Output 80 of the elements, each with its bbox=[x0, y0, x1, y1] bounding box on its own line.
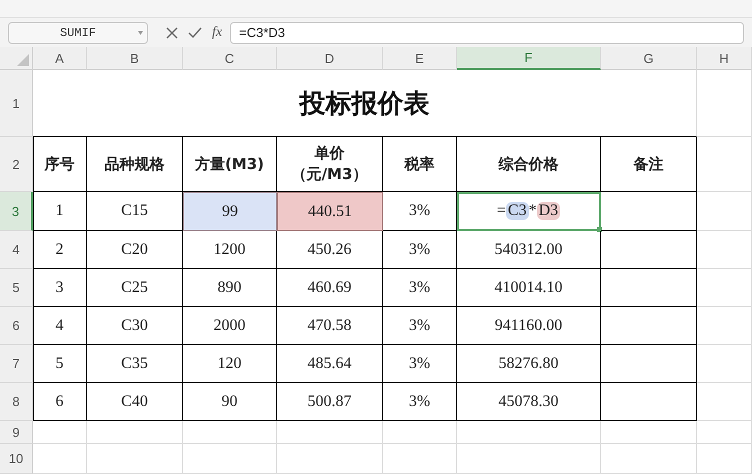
operator: * bbox=[528, 202, 537, 220]
table-cell: 500.87 bbox=[277, 383, 383, 421]
empty-cell[interactable] bbox=[601, 231, 697, 269]
column-header[interactable]: F bbox=[457, 47, 601, 70]
table-cell: 540312.00 bbox=[457, 231, 601, 269]
table-cell: 3% bbox=[383, 383, 457, 421]
table-cell: C40 bbox=[87, 383, 183, 421]
table-cell: 58276.80 bbox=[457, 345, 601, 383]
sheet-title: 投标报价表 bbox=[33, 70, 697, 137]
confirm-icon[interactable] bbox=[188, 26, 202, 38]
table-cell: 3% bbox=[383, 307, 457, 345]
row-header[interactable]: 3 bbox=[0, 192, 33, 231]
table-cell: 1 bbox=[33, 192, 87, 231]
table-cell: C35 bbox=[87, 345, 183, 383]
formula-field[interactable]: =C3*D3 bbox=[230, 22, 744, 44]
name-box[interactable]: SUMIF bbox=[8, 22, 148, 44]
table-cell: 3% bbox=[383, 269, 457, 307]
caret-icon bbox=[138, 30, 143, 34]
column-header[interactable]: C bbox=[183, 47, 277, 70]
empty-cell[interactable] bbox=[601, 345, 697, 383]
fill-handle[interactable] bbox=[597, 227, 602, 232]
column-header[interactable]: B bbox=[87, 47, 183, 70]
cancel-icon[interactable] bbox=[166, 26, 178, 38]
table-cell: 890 bbox=[183, 269, 277, 307]
row-header[interactable]: 5 bbox=[0, 269, 33, 307]
column-header[interactable]: H bbox=[697, 47, 752, 70]
operator: = bbox=[496, 202, 506, 220]
row-header[interactable]: 7 bbox=[0, 345, 33, 383]
formula-cell-field[interactable]: =C3*D3 bbox=[457, 192, 601, 231]
table-cell: 485.64 bbox=[277, 345, 383, 383]
table-cell: 440.51 bbox=[277, 192, 383, 231]
table-cell: 460.69 bbox=[277, 269, 383, 307]
table-cell: 2000 bbox=[183, 307, 277, 345]
table-cell: 6 bbox=[33, 383, 87, 421]
empty-cell[interactable] bbox=[601, 192, 697, 231]
table-cell: 5 bbox=[33, 345, 87, 383]
table-cell: C30 bbox=[87, 307, 183, 345]
header-text: 序号 bbox=[44, 154, 74, 174]
table-cell: 90 bbox=[183, 383, 277, 421]
select-all-icon[interactable] bbox=[17, 54, 29, 66]
cell-reference: D3 bbox=[536, 202, 560, 220]
table-cell: 1200 bbox=[183, 231, 277, 269]
row-header[interactable]: 1 bbox=[0, 70, 33, 137]
header-text: （元/M3） bbox=[292, 164, 368, 185]
row-header[interactable]: 2 bbox=[0, 137, 33, 192]
row-header[interactable]: 4 bbox=[0, 231, 33, 269]
table-cell: 2 bbox=[33, 231, 87, 269]
header-text: 备注 bbox=[634, 154, 664, 174]
table-cell: C20 bbox=[87, 231, 183, 269]
table-cell: 941160.00 bbox=[457, 307, 601, 345]
header-text: 方量(M3) bbox=[194, 154, 264, 174]
row-header[interactable]: 6 bbox=[0, 307, 33, 345]
table-cell: 4 bbox=[33, 307, 87, 345]
empty-cell[interactable] bbox=[601, 307, 697, 345]
table-cell: 99 bbox=[183, 192, 277, 231]
table-cell: C25 bbox=[87, 269, 183, 307]
row-header[interactable]: 9 bbox=[0, 421, 33, 444]
header-text: 综合价格 bbox=[498, 154, 558, 174]
table-cell: 3% bbox=[383, 231, 457, 269]
cell-reference: C3 bbox=[506, 202, 529, 220]
table-cell: 3 bbox=[33, 269, 87, 307]
table-cell: 470.58 bbox=[277, 307, 383, 345]
column-header[interactable]: D bbox=[277, 47, 383, 70]
row-header[interactable]: 8 bbox=[0, 383, 33, 421]
column-header[interactable]: E bbox=[383, 47, 457, 70]
empty-cell[interactable] bbox=[601, 269, 697, 307]
empty-cell[interactable] bbox=[601, 383, 697, 421]
table-cell: 45078.30 bbox=[457, 383, 601, 421]
column-header[interactable]: G bbox=[601, 47, 697, 70]
column-header[interactable]: A bbox=[33, 47, 87, 70]
table-cell: 410014.10 bbox=[457, 269, 601, 307]
insert-function-button[interactable]: fx bbox=[212, 24, 222, 40]
header-text: 单价 bbox=[314, 143, 346, 164]
table-cell: 120 bbox=[183, 345, 277, 383]
row-header[interactable]: 10 bbox=[0, 444, 33, 474]
table-cell: 450.26 bbox=[277, 231, 383, 269]
header-text: 税率 bbox=[404, 154, 434, 174]
table-cell: 3% bbox=[383, 345, 457, 383]
header-text: 品种规格 bbox=[104, 154, 164, 174]
table-cell: 3% bbox=[383, 192, 457, 231]
